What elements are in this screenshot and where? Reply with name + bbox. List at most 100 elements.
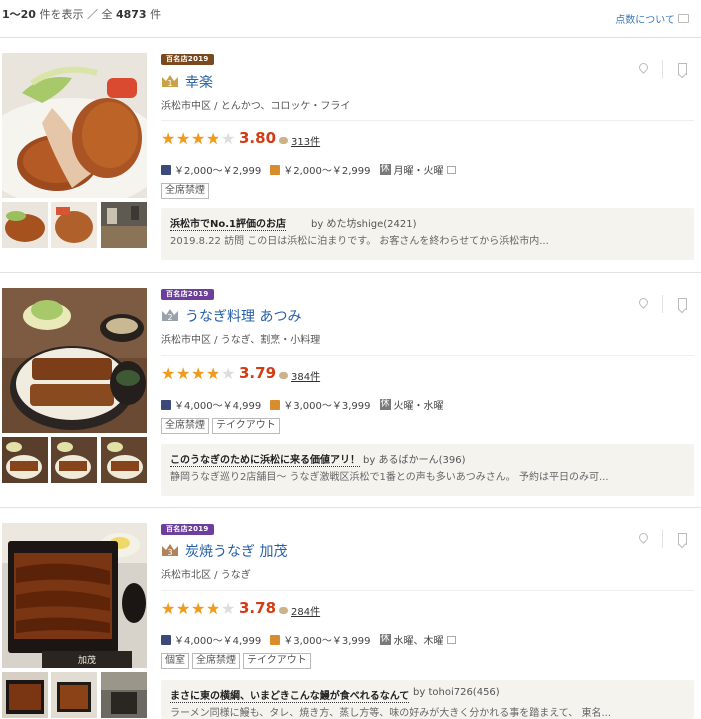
thumbnail[interactable] — [101, 202, 147, 248]
area-genre: 浜松市中区 / とんかつ、コロッケ・フライ — [161, 101, 351, 112]
thumb-photo — [101, 672, 147, 718]
lunch-price: ￥2,000～￥2,999 — [283, 166, 371, 177]
tag: 個室 — [161, 653, 189, 669]
bookmark-icon[interactable] — [675, 297, 689, 311]
main-photo[interactable]: 加茂 — [2, 523, 147, 668]
lunch-price: ￥3,000～￥3,999 — [283, 636, 371, 647]
unagi-box-photo: 加茂 — [2, 523, 147, 668]
crown-rank-icon: 1 — [162, 75, 178, 88]
result-total: 4873 — [115, 8, 147, 21]
restaurant-name-link[interactable]: 幸楽 — [185, 72, 213, 92]
review-snippet[interactable]: このうなぎのために浜松に来る価値アリ！ by あるばかーん(396) 静岡うなぎ… — [161, 444, 694, 496]
svg-text:加茂: 加茂 — [78, 654, 96, 666]
comment-icon — [678, 14, 689, 23]
tag: 全席禁煙 — [192, 653, 240, 669]
comment-bubble-icon — [279, 372, 288, 379]
review-title: まさに東の横綱、いまどきこんな鰻が食べれるなんて — [170, 687, 410, 703]
thumb-photo — [2, 672, 48, 718]
star-icon: ★★ — [176, 363, 191, 383]
score-help-link[interactable]: 点数について — [615, 11, 689, 26]
listing-separator — [0, 272, 701, 273]
star-icon: ★★ — [191, 598, 206, 618]
tag-list: 全席禁煙 — [161, 183, 209, 199]
thumbnail[interactable] — [101, 672, 147, 718]
unaju-photo — [2, 288, 147, 433]
star-icon: ★★ — [161, 363, 176, 383]
star-icon: ★★ — [206, 128, 221, 148]
review-count-link[interactable]: 284件 — [279, 603, 320, 618]
hyakumeiten-badge: 百名店2019 — [161, 289, 214, 300]
rating-score: 3.80 — [239, 129, 277, 147]
review-body: 静岡うなぎ巡り2店舗目〜 うなぎ激戦区浜松で1番との声も多いあつみさん。 予約は… — [170, 472, 609, 483]
thumbnail[interactable] — [2, 202, 48, 248]
map-pin-icon[interactable] — [636, 297, 650, 311]
thumbnail[interactable] — [2, 437, 48, 483]
star-rating: ★★★★★★★★★★ — [161, 363, 236, 383]
price-row: ￥2,000～￥2,999 ￥2,000～￥2,999 休 月曜・火曜 — [161, 162, 456, 177]
dinner-price: ￥2,000～￥2,999 — [174, 166, 262, 177]
thumbnail[interactable] — [51, 202, 97, 248]
review-body: 2019.8.22 訪問 この日は浜松に泊まりです。 お客さんを終わらせてから浜… — [170, 236, 549, 247]
review-body: ラーメン同様に鰻も、タレ、焼き方、蒸し方等、味の好みが大きく分かれる事を踏まえて… — [170, 708, 612, 719]
star-icon: ★★ — [176, 128, 191, 148]
map-pin-icon[interactable] — [636, 62, 650, 76]
divider — [662, 295, 663, 313]
dinner-price: ￥4,000～￥4,999 — [174, 401, 262, 412]
star-rating: ★★★★★★★★★★ — [161, 128, 236, 148]
star-rating: ★★★★★★★★★★ — [161, 598, 236, 618]
thumbnail[interactable] — [2, 672, 48, 718]
hyakumeiten-badge: 百名店2019 — [161, 524, 214, 535]
review-count: 384件 — [291, 372, 321, 383]
divider — [161, 355, 694, 356]
listing-actions — [636, 530, 689, 548]
review-title: このうなぎのために浜松に来る価値アリ！ — [170, 451, 360, 467]
map-pin-icon[interactable] — [636, 532, 650, 546]
star-icon: ★★ — [221, 128, 236, 148]
dinner-icon — [161, 634, 171, 645]
star-icon: ★★ — [221, 363, 236, 383]
reviewer: by tohoi726(456) — [413, 687, 500, 698]
review-snippet[interactable]: 浜松市でNo.1評価のお店 by めた坊shige(2421) 2019.8.2… — [161, 208, 694, 260]
bookmark-icon[interactable] — [675, 62, 689, 76]
price-row: ￥4,000～￥4,999 ￥3,000～￥3,999 休 火曜・水曜 — [161, 397, 444, 412]
thumb-photo — [51, 672, 97, 718]
review-snippet[interactable]: まさに東の横綱、いまどきこんな鰻が食べれるなんて by tohoi726(456… — [161, 680, 694, 719]
comment-bubble-icon — [279, 137, 288, 144]
star-icon: ★★ — [206, 363, 221, 383]
restaurant-name-link[interactable]: うなぎ料理 あつみ — [185, 306, 301, 326]
crown-rank-icon: 2 — [162, 309, 178, 322]
score-help-label: 点数について — [615, 15, 675, 26]
thumbnail[interactable] — [101, 437, 147, 483]
thumb-photo — [101, 437, 147, 483]
divider — [662, 530, 663, 548]
holiday: 水曜、木曜 — [393, 636, 444, 647]
tag: 全席禁煙 — [161, 418, 209, 434]
thumbnail[interactable] — [51, 672, 97, 718]
thumbnail[interactable] — [51, 437, 97, 483]
bookmark-icon[interactable] — [675, 532, 689, 546]
star-icon: ★★ — [221, 598, 236, 618]
main-photo[interactable] — [2, 288, 147, 433]
review-count-link[interactable]: 384件 — [279, 368, 320, 383]
tag: 全席禁煙 — [161, 183, 209, 199]
star-icon: ★★ — [191, 363, 206, 383]
lunch-icon — [270, 634, 281, 645]
holiday: 火曜・水曜 — [393, 401, 444, 412]
review-title: 浜松市でNo.1評価のお店 — [170, 215, 286, 231]
comment-bubble-icon — [279, 607, 288, 614]
divider — [662, 60, 663, 78]
crown-rank-icon: 3 — [162, 544, 178, 557]
star-icon: ★★ — [161, 598, 176, 618]
holiday-icon: 休 — [379, 634, 391, 645]
holiday-icon: 休 — [379, 399, 391, 410]
star-icon: ★★ — [206, 598, 221, 618]
dinner-price: ￥4,000～￥4,999 — [174, 636, 262, 647]
tag: テイクアウト — [243, 653, 311, 669]
reviewer: by あるばかーん(396) — [363, 455, 466, 466]
result-suffix: 件 — [146, 8, 162, 21]
dinner-icon — [161, 399, 171, 410]
review-count-link[interactable]: 313件 — [279, 133, 320, 148]
restaurant-name-link[interactable]: 炭焼うなぎ 加茂 — [185, 541, 287, 561]
main-photo[interactable] — [2, 53, 147, 198]
review-count: 284件 — [291, 607, 321, 618]
